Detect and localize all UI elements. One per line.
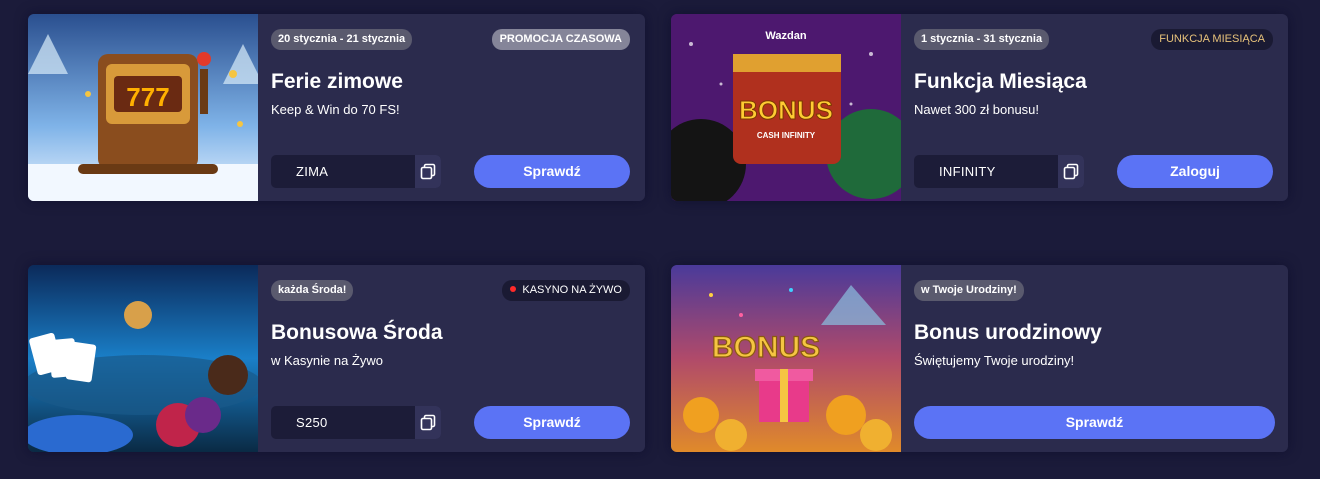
copy-code-button[interactable]	[415, 155, 441, 188]
live-casino-image[interactable]	[28, 265, 258, 452]
copy-icon	[1063, 163, 1079, 180]
promo-subtitle: Keep & Win do 70 FS!	[271, 102, 400, 117]
bonus-image-text: BONUS	[739, 95, 833, 125]
date-badge: każda Środa!	[271, 280, 354, 301]
promo-title: Ferie zimowe	[271, 70, 403, 93]
promo-tag-badge: PROMOCJA CZASOWA	[491, 29, 630, 50]
promo-subtitle: Świętujemy Twoje urodziny!	[914, 353, 1075, 368]
live-casino-tag-badge: KASYNO NA ŻYWO	[502, 280, 630, 301]
promo-card-funkcja: Wazdan BONUS CASH INFINITY 1 stycznia - …	[671, 14, 1288, 201]
bonus-image-text: BONUS	[712, 331, 820, 364]
login-button[interactable]: Zaloguj	[1117, 155, 1273, 188]
date-badge: w Twoje Urodziny!	[914, 280, 1024, 301]
check-button[interactable]: Sprawdź	[914, 406, 1275, 439]
live-tag-label: KASYNO NA ŻYWO	[522, 284, 622, 296]
cash-infinity-text: CASH INFINITY	[757, 131, 816, 140]
date-badge: 1 stycznia - 31 stycznia	[914, 29, 1050, 50]
svg-text:777: 777	[126, 82, 169, 112]
promo-title: Funkcja Miesiąca	[914, 70, 1087, 93]
promo-card-urodziny: BONUS w Twoje Urodziny! Bonus urodzinowy…	[671, 265, 1288, 452]
copy-icon	[420, 414, 436, 431]
live-dot-icon	[510, 286, 517, 292]
promo-code-value: INFINITY	[939, 164, 996, 179]
promo-title: Bonusowa Środa	[271, 321, 443, 344]
check-button[interactable]: Sprawdź	[474, 406, 630, 439]
promo-subtitle: w Kasynie na Żywo	[271, 353, 383, 368]
promo-title: Bonus urodzinowy	[914, 321, 1102, 344]
check-button[interactable]: Sprawdź	[474, 155, 630, 188]
copy-code-button[interactable]	[1058, 155, 1084, 188]
promo-code-value: S250	[296, 415, 328, 430]
feature-tag-badge: FUNKCJA MIESIĄCA	[1151, 29, 1273, 50]
wazdan-logo-text: Wazdan	[765, 30, 806, 42]
copy-icon	[420, 163, 436, 180]
promo-subtitle: Nawet 300 zł bonusu!	[914, 102, 1040, 117]
promo-code-field[interactable]: S250	[271, 406, 441, 439]
promo-code-field[interactable]: INFINITY	[914, 155, 1084, 188]
promo-card-sroda: każda Środa! KASYNO NA ŻYWO Bonusowa Śro…	[28, 265, 645, 452]
copy-code-button[interactable]	[415, 406, 441, 439]
date-badge: 20 stycznia - 21 stycznia	[271, 29, 413, 50]
wazdan-bonus-image[interactable]: Wazdan BONUS CASH INFINITY	[671, 14, 901, 201]
promo-card-ferie: 777 20 stycznia - 21 stycznia PROMOCJA C…	[28, 14, 645, 201]
birthday-gift-image[interactable]: BONUS	[671, 265, 901, 452]
promo-code-field[interactable]: ZIMA	[271, 155, 441, 188]
promo-code-value: ZIMA	[296, 164, 329, 179]
winter-slot-machine-image[interactable]: 777	[28, 14, 258, 201]
